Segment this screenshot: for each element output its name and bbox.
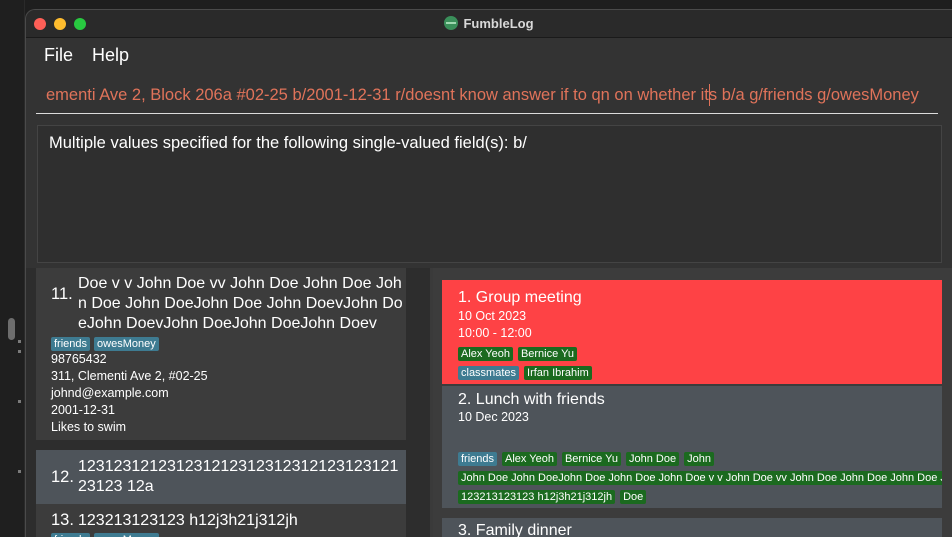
menu-file[interactable]: File	[44, 45, 73, 66]
event-title: 1. Group meeting	[458, 289, 582, 306]
window-title-text: FumbleLog	[463, 16, 534, 31]
background-dot	[18, 340, 21, 343]
command-input-text: ementi Ave 2, Block 206a #02-25 b/2001-1…	[46, 86, 919, 104]
person-badge: John Doe John DoeJohn Doe John Doe John …	[458, 471, 942, 485]
background-dot	[18, 400, 21, 403]
person-address: 311, Clementi Ave 2, #02-25	[51, 369, 208, 383]
group-badge: friends	[458, 452, 498, 466]
person-badge: John	[684, 452, 714, 466]
person-name: Doe v v John Doe vv John Doe John Doe Jo…	[78, 275, 403, 332]
person-badge: Bernice Yu	[517, 347, 577, 361]
person-badge: Doe	[620, 490, 647, 504]
person-tags: friendsowesMoney	[51, 334, 163, 351]
menu-help[interactable]: Help	[92, 45, 129, 66]
person-index: 12.	[51, 468, 74, 486]
event-date: 10 Dec 2023	[458, 410, 529, 424]
event-groups: classmates Irfan Ibrahim	[458, 363, 597, 380]
event-long-person: John Doe John DoeJohn Doe John Doe John …	[458, 468, 942, 485]
person-badge: Irfan Ibrahim	[524, 366, 592, 380]
lists-panel: 11. Doe v v John Doe vv John Doe John Do…	[26, 268, 952, 537]
event-card[interactable]: 3. Family dinner	[442, 518, 942, 537]
event-tags-row: friends Alex Yeoh Bernice Yu John Doe John	[458, 449, 719, 466]
result-message: Multiple values specified for the follow…	[49, 134, 527, 152]
event-persons: 123213123123 h12j3h21j312jh Doe	[458, 487, 651, 504]
menu-bar: File Help	[26, 38, 952, 74]
event-title: 2. Lunch with friends	[458, 391, 605, 408]
result-display[interactable]: Multiple values specified for the follow…	[37, 125, 942, 263]
command-input[interactable]: ementi Ave 2, Block 206a #02-25 b/2001-1…	[36, 76, 938, 114]
person-card[interactable]: 13. 123213123123 h12j3h21j312jh friendso…	[36, 504, 406, 537]
person-badge: Alex Yeoh	[502, 452, 557, 466]
app-icon	[444, 16, 459, 30]
person-birthday: 2001-12-31	[51, 403, 115, 417]
person-index: 13.	[51, 511, 74, 529]
text-caret	[709, 84, 710, 106]
tag-badge: friends	[51, 533, 91, 537]
person-list-scrollbar[interactable]	[406, 268, 430, 537]
person-badge: John Doe	[625, 452, 680, 466]
person-tags: friendsowesMoney	[51, 530, 163, 537]
group-badge: classmates	[458, 366, 520, 380]
app-window: FumbleLog File Help ementi Ave 2, Block …	[25, 9, 952, 537]
event-time: 10:00 - 12:00	[458, 326, 532, 340]
person-name: 1231231212312312123123123121231231212312…	[78, 458, 399, 495]
title-bar[interactable]: FumbleLog	[26, 10, 952, 38]
person-index: 11.	[51, 285, 73, 303]
tag-badge: owesMoney	[94, 337, 159, 351]
event-persons: Alex Yeoh Bernice Yu	[458, 344, 582, 361]
person-email: johnd@example.com	[51, 386, 169, 400]
tag-badge: friends	[51, 337, 91, 351]
person-name: 123213123123 h12j3h21j312jh	[78, 512, 298, 529]
event-card[interactable]: 1. Group meeting 10 Oct 2023 10:00 - 12:…	[442, 280, 942, 384]
person-list[interactable]: 11. Doe v v John Doe vv John Doe John Do…	[26, 268, 430, 537]
person-card[interactable]: 11. Doe v v John Doe vv John Doe John Do…	[36, 268, 406, 440]
event-date: 10 Oct 2023	[458, 309, 527, 323]
event-list[interactable]: 1. Group meeting 10 Oct 2023 10:00 - 12:…	[433, 268, 952, 537]
person-badge: 123213123123 h12j3h21j312jh	[458, 490, 616, 504]
background-dot	[18, 470, 21, 473]
person-phone: 98765432	[51, 352, 107, 366]
person-badge: Alex Yeoh	[458, 347, 513, 361]
person-badge: Bernice Yu	[561, 452, 621, 466]
window-title: FumbleLog	[26, 16, 952, 31]
tag-badge: owesMoney	[94, 533, 159, 537]
event-card[interactable]: 2. Lunch with friends 10 Dec 2023 friend…	[442, 386, 942, 508]
background-dot	[18, 350, 21, 353]
background-window-edge	[0, 0, 25, 537]
event-title: 3. Family dinner	[458, 522, 572, 537]
person-card[interactable]: 12. 123123121231231212312312312123123121…	[36, 450, 406, 504]
person-remark: Likes to swim	[51, 420, 127, 434]
background-scrollbar-thumb	[8, 318, 15, 340]
